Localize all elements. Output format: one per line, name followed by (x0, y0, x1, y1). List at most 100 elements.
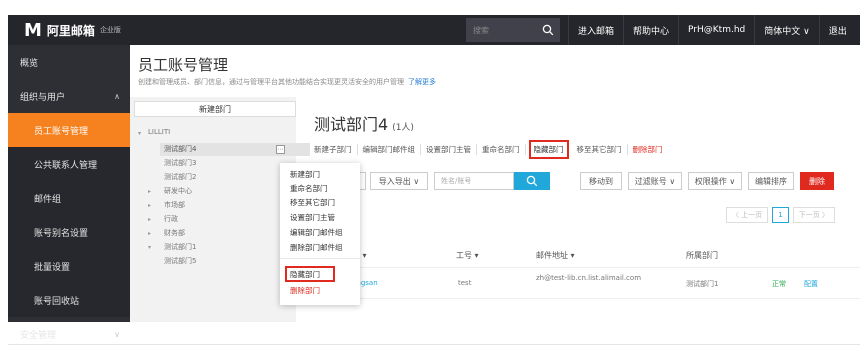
filter-accounts-dropdown[interactable]: 过滤账号 ∨ (628, 172, 682, 190)
logout-link[interactable]: 退出 (818, 15, 856, 45)
caret-down-icon[interactable]: ▾ (138, 130, 141, 137)
sidebar-item-label: 邮件组 (34, 194, 62, 205)
cell-department: 测试部门1 (686, 280, 719, 288)
menu-divider (280, 258, 360, 259)
sidebar-item-label: 公共联系人管理 (34, 160, 98, 171)
menu-item-new-dept[interactable]: 新建部门 (290, 169, 320, 180)
top-nav-links: 进入邮箱 帮助中心 PrH@Ktm.hd 简体中文 ∨ 退出 (568, 15, 856, 45)
sidebar-item-label: 账号回收站 (34, 296, 80, 307)
sidebar-item-label: 概览 (20, 58, 39, 69)
new-department-button[interactable]: 新建部门 (134, 101, 296, 117)
pagination: 〈 上一页 1 下一页 〉 (726, 207, 835, 223)
prev-page-button[interactable]: 〈 上一页 (726, 207, 769, 223)
top-search-input[interactable]: 搜索 (466, 25, 536, 36)
caret-right-icon[interactable]: ▸ (148, 188, 151, 195)
edit-dept-mailgroup-link[interactable]: 编辑部门邮件组 (358, 144, 421, 155)
menu-item-rename-dept[interactable]: 重命名部门 (290, 183, 328, 194)
tree-node[interactable]: 测试部门5 (164, 256, 196, 266)
brand-logo[interactable]: M 阿里邮箱 企业版 (8, 15, 121, 45)
sidebar-item-employee-accounts[interactable]: 员工账号管理 (8, 113, 130, 147)
table-header: 姓名 ▾ 工号 ▾ 邮件地址 ▾ 所属部门 (296, 245, 860, 267)
search-icon (526, 175, 538, 187)
chevron-down-icon: ∨ (114, 329, 120, 339)
sidebar-item-label: 安全管理 (20, 330, 57, 341)
account-name-link[interactable]: PrH@Ktm.hd (678, 15, 754, 45)
divider (8, 344, 860, 345)
enter-mailbox-link[interactable]: 进入邮箱 (568, 15, 623, 45)
sidebar-item-batch-settings[interactable]: 批量设置 (8, 249, 130, 283)
tree-root-node[interactable]: LILLITI (148, 128, 170, 136)
search-icon[interactable] (536, 18, 560, 42)
tree-node[interactable]: 测试部门1 (164, 242, 196, 252)
menu-item-set-manager[interactable]: 设置部门主管 (290, 212, 335, 223)
menu-item-delete-dept[interactable]: 删除部门 (290, 285, 320, 296)
department-title: 测试部门4 (1人) (314, 111, 414, 135)
menu-item-move-dept[interactable]: 移至其它部门 (290, 197, 335, 208)
column-department: 所属部门 (686, 251, 718, 260)
main-content: 员工账号管理 创建和管理成员、部门信息，通过与管理平台其他功能结合实现更灵活安全… (130, 45, 860, 322)
delete-button[interactable]: 删除 (800, 172, 834, 190)
tree-node[interactable]: 测试部门2 (164, 172, 196, 182)
move-dept-link[interactable]: 移至其它部门 (572, 144, 628, 155)
permission-actions-dropdown[interactable]: 权限操作 ∨ (688, 172, 742, 190)
account-search-button[interactable] (514, 172, 550, 190)
top-search-box[interactable]: 搜索 (466, 18, 560, 42)
rename-dept-link[interactable]: 重命名部门 (477, 144, 526, 155)
tree-node[interactable]: 市场部 (164, 200, 185, 210)
tree-node[interactable]: 行政 (164, 214, 178, 224)
account-search-input[interactable]: 姓名/账号 (434, 172, 514, 190)
department-context-menu: 新建部门 重命名部门 移至其它部门 设置部门主管 编辑部门邮件组 删除部门邮件组… (280, 163, 360, 305)
column-email[interactable]: 邮件地址 ▾ (536, 250, 575, 261)
tree-node[interactable]: 测试部门3 (164, 158, 196, 168)
set-dept-manager-link[interactable]: 设置部门主管 (421, 144, 477, 155)
next-page-button[interactable]: 下一页 〉 (792, 207, 835, 223)
page-description-text: 创建和管理成员、部门信息，通过与管理平台其他功能结合实现更灵活安全的用户管理 (138, 78, 404, 86)
caret-right-icon[interactable]: ▸ (148, 230, 151, 237)
sidebar-item-recycle-bin[interactable]: 账号回收站 (8, 283, 130, 317)
sidebar-item-overview[interactable]: 概览 (8, 45, 130, 79)
toolbar: 新建 导入导出 ∨ 姓名/账号 移动到 过滤账号 ∨ 权限操作 ∨ 编辑排序 删… (296, 169, 860, 195)
chevron-up-icon: ∧ (114, 91, 120, 101)
sidebar-item-mail-groups[interactable]: 邮件组 (8, 181, 130, 215)
sidebar-group-org-users[interactable]: 组织与用户 ∧ (8, 79, 130, 113)
tree-node[interactable]: 研发中心 (164, 186, 192, 196)
menu-item-delete-mailgroup[interactable]: 删除部门邮件组 (290, 242, 343, 253)
page-description: 创建和管理成员、部门信息，通过与管理平台其他功能结合实现更灵活安全的用户管理 了解… (138, 77, 436, 87)
sidebar-item-account-alias[interactable]: 账号别名设置 (8, 215, 130, 249)
department-actions: 新建子部门 编辑部门邮件组 设置部门主管 重命名部门 隐藏部门 移至其它部门 删… (314, 140, 668, 159)
move-to-button[interactable]: 移动到 (580, 172, 622, 190)
menu-item-edit-mailgroup[interactable]: 编辑部门邮件组 (290, 227, 343, 238)
caret-right-icon[interactable]: ▸ (148, 202, 151, 209)
column-employee-id[interactable]: 工号 ▾ (456, 250, 479, 261)
logo-text: 阿里邮箱 (46, 23, 95, 38)
department-detail: 测试部门4 (1人) 新建子部门 编辑部门邮件组 设置部门主管 重命名部门 隐藏部… (296, 97, 860, 322)
sidebar-item-label: 账号别名设置 (34, 228, 89, 239)
menu-item-hide-dept[interactable]: 隐藏部门 (290, 269, 320, 280)
tree-node[interactable]: 财务部 (164, 228, 185, 238)
logo-mark: M (24, 19, 42, 41)
new-subdepartment-link[interactable]: 新建子部门 (314, 144, 358, 155)
hide-dept-link[interactable]: 隐藏部门 (528, 140, 569, 159)
configure-link[interactable]: 配置 (804, 279, 818, 289)
page-number[interactable]: 1 (772, 207, 789, 223)
learn-more-link[interactable]: 了解更多 (408, 78, 436, 86)
sidebar-item-label: 组织与用户 (20, 92, 66, 103)
delete-dept-link[interactable]: 删除部门 (628, 144, 668, 155)
department-name: 测试部门4 (314, 115, 389, 134)
tree-node[interactable]: 测试部门4 (164, 144, 196, 154)
top-navigation-bar: M 阿里邮箱 企业版 搜索 进入邮箱 帮助中心 PrH@Ktm.hd 简体中文 … (8, 15, 860, 45)
caret-down-icon[interactable]: ▾ (148, 244, 151, 251)
sidebar-group-security[interactable]: 安全管理 ∨ (8, 317, 130, 351)
edit-sort-button[interactable]: 编辑排序 (748, 172, 794, 190)
caret-right-icon[interactable]: ▸ (148, 216, 151, 223)
member-count: (1人) (392, 123, 414, 133)
help-center-link[interactable]: 帮助中心 (623, 15, 678, 45)
import-export-dropdown[interactable]: 导入导出 ∨ (370, 172, 428, 190)
sidebar-item-public-contacts[interactable]: 公共联系人管理 (8, 147, 130, 181)
sidebar-item-label: 批量设置 (34, 262, 71, 273)
cell-employee-id: test (458, 279, 472, 287)
status-badge: 正常 (772, 280, 786, 288)
more-icon[interactable]: ⋯ (276, 145, 285, 154)
table-row[interactable]: zhangsan test zh@test-lib.cn.list.alimai… (296, 267, 860, 299)
language-select[interactable]: 简体中文 ∨ (754, 15, 818, 45)
